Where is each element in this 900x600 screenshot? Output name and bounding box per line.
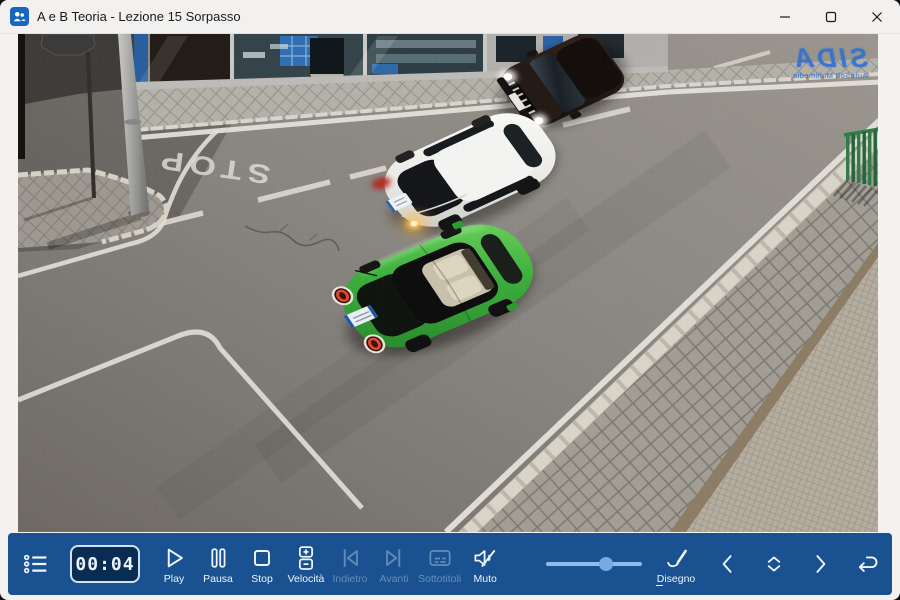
skip-forward-icon <box>380 544 408 572</box>
return-button[interactable] <box>848 550 884 578</box>
skip-back-button[interactable]: Indietro <box>328 544 372 585</box>
nav-right-button[interactable] <box>802 550 838 578</box>
stop-icon <box>248 544 276 572</box>
player-control-bar: 00:04 Play Pausa Stop <box>8 533 892 595</box>
close-button[interactable] <box>854 0 900 33</box>
pen-icon <box>662 544 690 572</box>
draw-label: Disegno <box>657 573 696 585</box>
skip-forward-label: Avanti <box>380 573 409 585</box>
timer-display: 00:04 <box>70 545 140 583</box>
mute-label: Muto <box>474 573 497 585</box>
subtitles-button[interactable]: Sottotitoli <box>416 544 463 585</box>
minimize-icon <box>779 11 791 23</box>
window-controls <box>762 0 900 33</box>
maximize-icon <box>825 11 837 23</box>
return-arrow-icon <box>851 550 881 578</box>
volume-slider-track[interactable] <box>546 562 642 566</box>
chevron-up-down-icon <box>759 550 789 578</box>
window-title: A e B Teoria - Lezione 15 Sorpasso <box>37 9 241 24</box>
close-icon <box>871 11 883 23</box>
video-area: STOP <box>18 34 878 532</box>
speed-plus-minus-icon <box>292 544 320 572</box>
speed-button[interactable]: Velocità <box>284 544 328 585</box>
play-icon <box>160 544 188 572</box>
video-scene: STOP <box>18 34 878 532</box>
nav-group <box>710 550 884 578</box>
volume-slider-thumb[interactable] <box>599 557 613 571</box>
subtitles-label: Sottotitoli <box>418 573 461 585</box>
lesson-index-button[interactable] <box>16 549 56 579</box>
chevron-right-icon <box>806 550 834 578</box>
volume-slider[interactable] <box>546 555 642 573</box>
list-icon <box>21 549 51 579</box>
timer-value: 00:04 <box>75 554 134 575</box>
skip-back-label: Indietro <box>332 573 367 585</box>
mute-icon <box>471 544 499 572</box>
accesskey-underline <box>656 585 663 586</box>
skip-back-icon <box>336 544 364 572</box>
app-window: A e B Teoria - Lezione 15 Sorpasso <box>0 0 900 600</box>
titlebar: A e B Teoria - Lezione 15 Sorpasso <box>0 0 900 34</box>
play-label: Play <box>164 573 184 585</box>
speed-label: Velocità <box>288 573 325 585</box>
mute-button[interactable]: Muto <box>463 544 507 585</box>
subtitles-icon <box>426 544 454 572</box>
skip-forward-button[interactable]: Avanti <box>372 544 416 585</box>
people-icon <box>10 7 29 26</box>
play-button[interactable]: Play <box>152 544 196 585</box>
stop-label: Stop <box>251 573 273 585</box>
pause-label: Pausa <box>203 573 233 585</box>
pause-button[interactable]: Pausa <box>196 544 240 585</box>
pause-icon <box>204 544 232 572</box>
stop-button[interactable]: Stop <box>240 544 284 585</box>
chevron-left-icon <box>714 550 742 578</box>
draw-button[interactable]: Disegno <box>654 544 698 585</box>
nav-up-down-button[interactable] <box>756 550 792 578</box>
nav-left-button[interactable] <box>710 550 746 578</box>
minimize-button[interactable] <box>762 0 808 33</box>
maximize-button[interactable] <box>808 0 854 33</box>
